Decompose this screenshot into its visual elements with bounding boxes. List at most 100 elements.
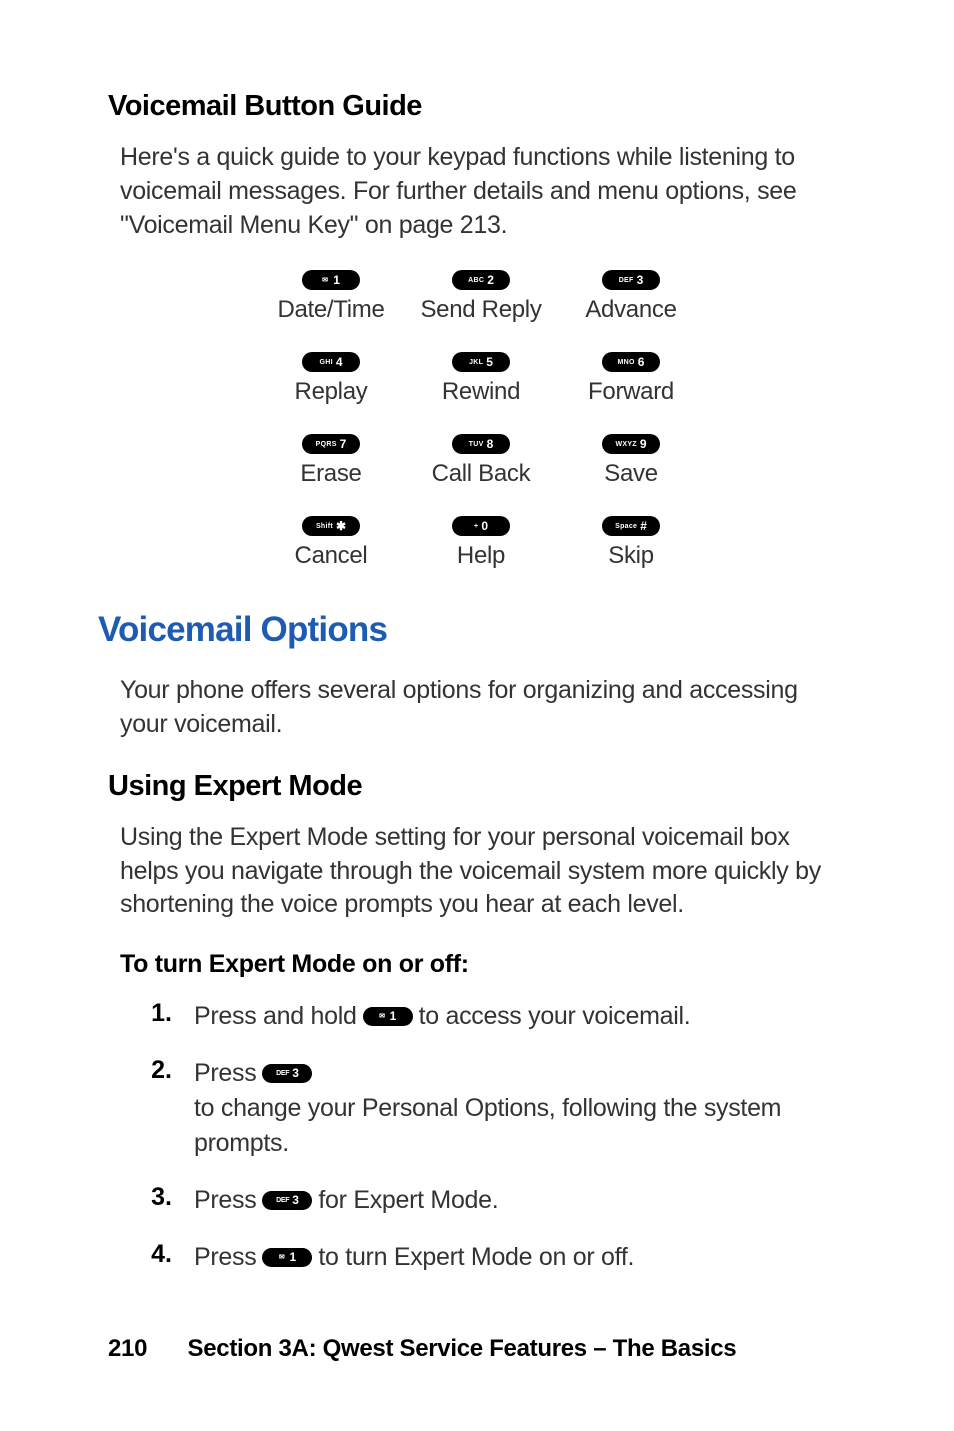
key-main: 0 <box>481 519 488 533</box>
key-label: Save <box>604 460 658 488</box>
step-text: Press DEF3 for Expert Mode. <box>194 1183 498 1218</box>
step-text: Press ✉1 to turn Expert Mode on or off. <box>194 1240 634 1275</box>
key-cell-1: ✉1 Date/Time <box>256 270 406 324</box>
key-pill-3: DEF3 <box>602 270 660 290</box>
key-main: 9 <box>640 437 647 451</box>
key-pill-4: GHI4 <box>302 352 360 372</box>
key-cell-6: MNO6 Forward <box>556 352 706 406</box>
key-main: 1 <box>290 1249 296 1266</box>
key-pill-2: ABC2 <box>452 270 510 290</box>
options-intro: Your phone offers several options for or… <box>108 674 834 742</box>
key-pill-6: MNO6 <box>602 352 660 372</box>
key-main: 8 <box>487 437 494 451</box>
step-3: 3. Press DEF3 for Expert Mode. <box>148 1183 834 1218</box>
key-cell-0: +0 Help <box>406 516 556 570</box>
step-text-part: Press <box>194 1240 256 1275</box>
page-number: 210 <box>108 1335 147 1362</box>
step-text-part: to turn Expert Mode on or off. <box>318 1240 634 1275</box>
key-pill-1: ✉1 <box>302 270 360 290</box>
envelope-icon: ✉ <box>322 276 328 284</box>
key-cell-7: PQRS7 Erase <box>256 434 406 488</box>
heading-voicemail-options: Voicemail Options <box>98 610 834 650</box>
key-main: 7 <box>340 437 347 451</box>
key-cell-3: DEF3 Advance <box>556 270 706 324</box>
key-main: 1 <box>333 273 340 287</box>
step-num: 1. <box>148 999 172 1028</box>
key-main: # <box>640 519 647 533</box>
key-pill-star: Shift✱ <box>302 516 360 536</box>
expert-intro: Using the Expert Mode setting for your p… <box>108 821 834 922</box>
key-pill-1-inline: ✉1 <box>262 1248 312 1267</box>
key-sub: WXYZ <box>615 441 636 448</box>
key-sub: GHI <box>319 359 332 366</box>
key-sub: PQRS <box>316 441 337 448</box>
step-text-part: Press <box>194 1183 256 1218</box>
key-label: Forward <box>588 378 674 406</box>
key-label: Call Back <box>432 460 531 488</box>
key-pill-9: WXYZ 9 <box>602 434 660 454</box>
key-pill-3-inline: DEF3 <box>262 1191 312 1210</box>
intro-text: Here's a quick guide to your keypad func… <box>108 141 834 242</box>
key-label: Cancel <box>295 542 368 570</box>
key-label: Replay <box>295 378 368 406</box>
key-sub: Shift <box>316 523 333 530</box>
step-num: 4. <box>148 1240 172 1269</box>
heading-expert-mode: Using Expert Mode <box>108 770 834 803</box>
key-sub: ABC <box>468 277 484 284</box>
key-main: 5 <box>486 355 493 369</box>
step-list: 1. Press and hold ✉1 to access your voic… <box>108 999 834 1275</box>
key-pill-hash: Space# <box>602 516 660 536</box>
key-cell-star: Shift✱ Cancel <box>256 516 406 570</box>
key-sub: Space <box>615 523 637 530</box>
envelope-icon: ✉ <box>379 1012 385 1022</box>
expert-toggle-lead: To turn Expert Mode on or off: <box>108 950 834 979</box>
key-sub: MNO <box>618 359 635 366</box>
footer-section: Section 3A: Qwest Service Features – The… <box>188 1335 737 1362</box>
key-label: Advance <box>585 296 676 324</box>
key-main: ✱ <box>336 519 346 533</box>
step-text: Press and hold ✉1 to access your voicema… <box>194 999 690 1034</box>
key-pill-3-inline: DEF3 <box>262 1064 312 1083</box>
key-pill-1-inline: ✉1 <box>363 1007 413 1026</box>
key-label: Send Reply <box>420 296 541 324</box>
key-pill-7: PQRS7 <box>302 434 360 454</box>
key-main: 3 <box>637 273 644 287</box>
step-1: 1. Press and hold ✉1 to access your voic… <box>148 999 834 1034</box>
step-4: 4. Press ✉1 to turn Expert Mode on or of… <box>148 1240 834 1275</box>
keypad-grid: ✉1 Date/Time ABC2 Send Reply DEF3 Advanc… <box>108 270 834 570</box>
step-text-part: Press <box>194 1056 256 1091</box>
heading-button-guide: Voicemail Button Guide <box>108 90 834 123</box>
step-num: 3. <box>148 1183 172 1212</box>
key-main: 3 <box>292 1065 298 1082</box>
key-sub: TUV <box>469 441 484 448</box>
key-label: Erase <box>300 460 361 488</box>
step-num: 2. <box>148 1056 172 1085</box>
key-sub: JKL <box>469 359 483 366</box>
key-pill-5: JKL5 <box>452 352 510 372</box>
key-sub: DEF <box>619 277 634 284</box>
step-text-part: for Expert Mode. <box>318 1183 498 1218</box>
key-cell-hash: Space# Skip <box>556 516 706 570</box>
key-pill-8: TUV8 <box>452 434 510 454</box>
step-text-part: Press and hold <box>194 999 357 1034</box>
key-label: Date/Time <box>277 296 384 324</box>
step-text-part: to access your voicemail. <box>419 999 691 1034</box>
key-cell-4: GHI4 Replay <box>256 352 406 406</box>
key-cell-8: TUV8 Call Back <box>406 434 556 488</box>
step-2: 2. Press DEF3 to change your Personal Op… <box>148 1056 834 1161</box>
key-main: 2 <box>487 273 494 287</box>
key-cell-9: WXYZ 9 Save <box>556 434 706 488</box>
step-text: Press DEF3 to change your Personal Optio… <box>194 1056 834 1161</box>
page-footer: 210 Section 3A: Qwest Service Features –… <box>108 1335 736 1363</box>
key-sub: DEF <box>276 1069 289 1079</box>
key-pill-0: +0 <box>452 516 510 536</box>
key-cell-2: ABC2 Send Reply <box>406 270 556 324</box>
key-main: 6 <box>638 355 645 369</box>
step-text-part: to change your Personal Options, followi… <box>194 1091 834 1161</box>
key-main: 1 <box>390 1008 396 1025</box>
envelope-icon: ✉ <box>279 1253 285 1263</box>
key-label: Skip <box>608 542 654 570</box>
key-sub: + <box>474 523 478 530</box>
key-label: Rewind <box>442 378 520 406</box>
key-label: Help <box>457 542 505 570</box>
